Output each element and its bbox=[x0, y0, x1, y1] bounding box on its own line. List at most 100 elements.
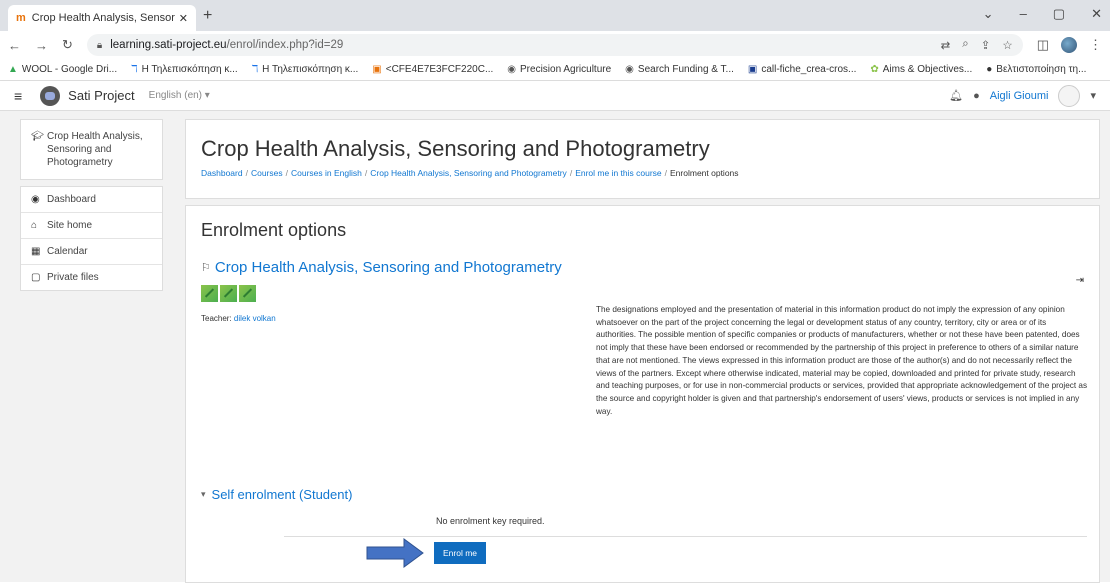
enrolment-panel: Enrolment options ⚐ Crop Health Analysis… bbox=[185, 205, 1100, 583]
page-icon: ℸ bbox=[131, 64, 138, 75]
menu-toggle-icon[interactable]: ≡ bbox=[14, 88, 22, 104]
breadcrumb-link[interactable]: Courses in English bbox=[291, 168, 362, 178]
page-icon: ℸ bbox=[251, 64, 259, 75]
bookmark-item[interactable]: ◉ Precision Agriculture bbox=[507, 64, 611, 75]
breadcrumb-link[interactable]: Courses bbox=[251, 168, 283, 178]
bookmark-label: <CFE4E7E3FCF220C... bbox=[385, 64, 494, 75]
sidebar: 🎓︎ Crop Health Analysis, Sensoring and P… bbox=[20, 119, 163, 297]
reload-icon[interactable]: ↻ bbox=[62, 37, 73, 53]
breadcrumb-separator: / bbox=[664, 168, 668, 178]
url-host: learning.sati-project.eu bbox=[110, 39, 227, 51]
sidebar-item-dashboard[interactable]: ◉ Dashboard bbox=[21, 187, 162, 213]
course-title-link[interactable]: ⚐ Crop Health Analysis, Sensoring and Ph… bbox=[201, 259, 1084, 276]
bookmark-label: call-fiche_crea-cros... bbox=[761, 64, 857, 75]
breadcrumb-link[interactable]: Enrol me in this course bbox=[575, 168, 661, 178]
sidebar-item-label: Dashboard bbox=[47, 194, 96, 205]
breadcrumb-link[interactable]: Dashboard bbox=[201, 168, 243, 178]
breadcrumb-separator: / bbox=[285, 168, 288, 178]
chevron-down-icon[interactable]: ⌄ bbox=[983, 6, 994, 22]
sidebar-item-calendar[interactable]: ▦ Calendar bbox=[21, 239, 162, 265]
divider bbox=[284, 536, 1087, 537]
new-tab-button[interactable]: + bbox=[203, 7, 212, 25]
site-name[interactable]: Sati Project bbox=[68, 88, 134, 103]
breadcrumb-separator: / bbox=[569, 168, 573, 178]
bookmark-item[interactable]: ◉ Search Funding & T... bbox=[625, 64, 734, 75]
user-menu-chevron-icon[interactable]: ▾ bbox=[1090, 89, 1096, 102]
browser-tab[interactable]: m Crop Health Analysis, Sensoring ✕ bbox=[8, 5, 196, 31]
more-menu-icon[interactable]: ⋮ bbox=[1089, 37, 1102, 53]
course-image bbox=[201, 285, 1084, 302]
sidepanel-icon[interactable]: ◫ bbox=[1037, 37, 1049, 53]
bookmark-label: Search Funding & T... bbox=[637, 64, 734, 75]
no-key-text: No enrolment key required. bbox=[436, 516, 545, 526]
calendar-icon: ▦ bbox=[31, 246, 41, 257]
address-bar-row: ← → ↻ 🔒︎ learning.sati-project.eu/enrol/… bbox=[0, 31, 1110, 59]
doc-icon: ▣ bbox=[372, 64, 382, 75]
page-header: Crop Health Analysis, Sensoring and Phot… bbox=[185, 119, 1100, 199]
file-icon: ▢ bbox=[31, 272, 41, 283]
bookmark-item[interactable]: ▲ WOOL - Google Dri... bbox=[8, 64, 117, 75]
enrol-sign-in-icon[interactable]: ⇥ bbox=[1076, 275, 1084, 286]
enrol-me-button[interactable]: Enrol me bbox=[434, 542, 487, 564]
bookmark-item[interactable]: ℸΗ Τηλεπισκόπηση κ... bbox=[131, 64, 238, 75]
teacher-link[interactable]: dilek volkan bbox=[234, 314, 276, 323]
leaf-icon: ✿ bbox=[870, 64, 879, 75]
translate-icon[interactable]: ⇄ bbox=[941, 38, 951, 52]
user-name[interactable]: Aigli Gioumi bbox=[990, 90, 1049, 102]
share-icon[interactable]: ⇪ bbox=[981, 38, 991, 52]
self-enrolment-header[interactable]: ▾ Self enrolment (Student) bbox=[201, 487, 352, 502]
messages-icon[interactable]: ● bbox=[973, 90, 980, 102]
bookmark-star-icon[interactable]: ☆ bbox=[1002, 38, 1012, 52]
url-path: /enrol/index.php?id=29 bbox=[226, 39, 344, 51]
bookmark-item[interactable]: ▣ <CFE4E7E3FCF220C... bbox=[372, 64, 493, 75]
sidebar-item-label: Private files bbox=[47, 272, 99, 283]
language-menu[interactable]: English (en) ▾ bbox=[149, 90, 210, 101]
bookmarks-bar: ▲ WOOL - Google Dri... ℸ Η Τηλεπισκόπηση κ.… bbox=[0, 59, 1110, 81]
back-icon[interactable]: ← bbox=[8, 38, 21, 53]
main-region: Crop Health Analysis, Sensoring and Phot… bbox=[185, 119, 1100, 583]
browser-tab-bar: m Crop Health Analysis, Sensoring ✕ + ⌄ … bbox=[0, 0, 1110, 31]
breadcrumb-current: Enrolment options bbox=[670, 168, 739, 178]
profile-avatar-icon[interactable] bbox=[1061, 37, 1077, 53]
forward-icon[interactable]: → bbox=[35, 38, 48, 53]
breadcrumb-separator: / bbox=[364, 168, 368, 178]
breadcrumb-link[interactable]: Crop Health Analysis, Sensoring and Phot… bbox=[370, 168, 567, 178]
bookmark-item[interactable]: ✿ Aims & Objectives... bbox=[870, 64, 972, 75]
notification-bell-icon[interactable]: 🔔︎ bbox=[949, 89, 963, 102]
page-title: Crop Health Analysis, Sensoring and Phot… bbox=[201, 136, 710, 161]
sidebar-item-private-files[interactable]: ▢ Private files bbox=[21, 265, 162, 290]
sidebar-course-label: Crop Health Analysis, Sensoring and Phot… bbox=[47, 131, 143, 168]
site-icon: ● bbox=[986, 64, 993, 75]
close-window-icon[interactable]: ✕ bbox=[1091, 6, 1102, 22]
zoom-icon[interactable]: ⌕ bbox=[962, 38, 968, 52]
moodle-favicon-icon: m bbox=[16, 12, 26, 24]
page-body: 🎓︎ Crop Health Analysis, Sensoring and P… bbox=[0, 111, 1110, 583]
course-title[interactable]: Crop Health Analysis, Sensoring and Phot… bbox=[215, 259, 562, 276]
bookmark-label: Precision Agriculture bbox=[520, 64, 612, 75]
globe-icon: ◉ bbox=[507, 64, 517, 75]
chevron-down-icon[interactable]: ▾ bbox=[201, 489, 206, 500]
breadcrumb-separator: / bbox=[245, 168, 248, 178]
site-logo-icon[interactable] bbox=[40, 85, 61, 106]
leaf-image bbox=[201, 285, 218, 302]
graduation-cap-icon: 🎓︎ bbox=[31, 131, 44, 142]
bookmark-label: WOOL - Google Dri... bbox=[21, 64, 118, 75]
minimize-icon[interactable]: – bbox=[1020, 6, 1027, 22]
bookmark-item[interactable]: ● Βελτιστοποίηση τη... bbox=[986, 64, 1086, 75]
tab-close-icon[interactable]: ✕ bbox=[179, 12, 188, 25]
leaf-image bbox=[220, 285, 237, 302]
bookmark-item[interactable]: ℸΗ Τηλεπισκόπηση κ... bbox=[252, 64, 359, 75]
restore-icon[interactable]: ▢ bbox=[1053, 6, 1065, 22]
eu-icon: ▣ bbox=[747, 64, 758, 75]
lock-icon: 🔒︎ bbox=[96, 39, 103, 51]
sidebar-nav: ◉ Dashboard ⌂ Site home ▦ Calendar ▢ Private fi… bbox=[20, 186, 163, 291]
sidebar-item-site-home[interactable]: ⌂ Site home bbox=[21, 213, 162, 239]
course-icon: ⚐ bbox=[201, 262, 211, 274]
enrolment-heading: Enrolment options bbox=[201, 220, 347, 240]
url-field[interactable]: 🔒︎ learning.sati-project.eu/enrol/index.… bbox=[86, 34, 1023, 56]
globe-icon: ◉ bbox=[625, 64, 634, 75]
sidebar-item-course[interactable]: 🎓︎ Crop Health Analysis, Sensoring and P… bbox=[21, 120, 162, 179]
bookmark-item[interactable]: ▣ call-fiche_crea-cros... bbox=[748, 64, 856, 75]
user-avatar[interactable] bbox=[1058, 84, 1081, 107]
course-summary: The designations employed and the presen… bbox=[596, 305, 1088, 416]
